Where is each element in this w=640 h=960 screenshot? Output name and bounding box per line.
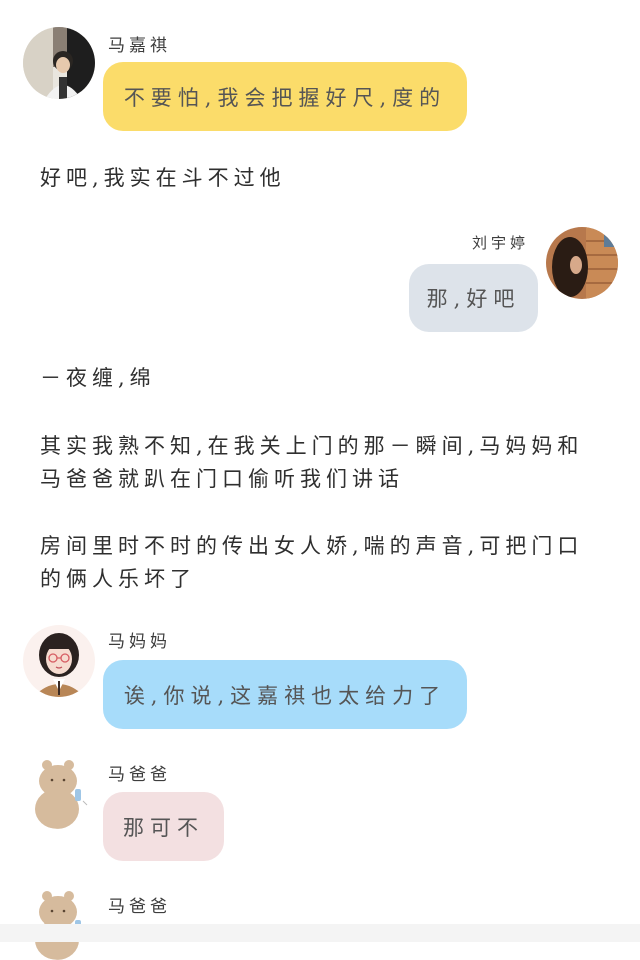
girl-photo-avatar[interactable] bbox=[546, 227, 618, 299]
sender-name: 马嘉祺 bbox=[108, 36, 171, 56]
narration-text: 房间里时不时的传出女人娇,喘的声音,可把门口的俩人乐坏了 bbox=[40, 534, 584, 591]
message-bubble[interactable]: 诶,你说,这嘉祺也太给力了 bbox=[103, 660, 467, 729]
narration-text: －夜缠,绵 bbox=[40, 366, 156, 390]
cartoon-woman-avatar[interactable] bbox=[23, 625, 95, 697]
message-bubble[interactable]: 那可不 bbox=[103, 792, 224, 861]
boy-photo-avatar[interactable] bbox=[23, 27, 95, 99]
bear-avatar[interactable] bbox=[23, 757, 95, 829]
sender-name: 刘宇婷 bbox=[472, 234, 530, 252]
sender-name: 马爸爸 bbox=[108, 765, 171, 785]
narration-text: 好吧,我实在斗不过他 bbox=[40, 166, 286, 190]
sender-name: 马妈妈 bbox=[108, 632, 171, 652]
message-bubble[interactable]: 那,好吧 bbox=[409, 264, 538, 332]
bottom-bar bbox=[0, 924, 640, 942]
sender-name: 马爸爸 bbox=[108, 897, 171, 917]
narration-text: 其实我熟不知,在我关上门的那－瞬间,马妈妈和马爸爸就趴在门口偷听我们讲话 bbox=[40, 434, 584, 491]
message-bubble[interactable]: 不要怕,我会把握好尺,度的 bbox=[103, 62, 467, 131]
